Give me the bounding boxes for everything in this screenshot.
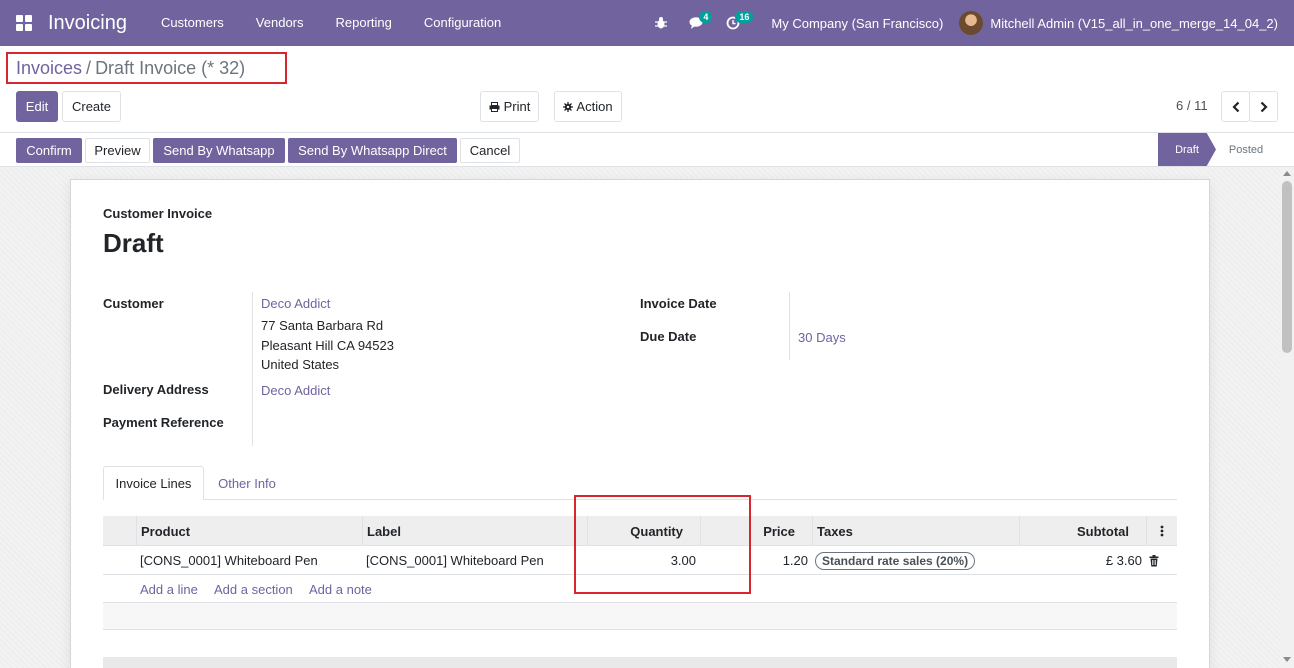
scroll-down-arrow-icon[interactable]	[1283, 657, 1291, 662]
chevron-left-icon	[1231, 101, 1239, 112]
customer-field[interactable]: Deco Addict	[261, 296, 330, 311]
document-type: Customer Invoice	[103, 206, 213, 221]
tab-other-info[interactable]: Other Info	[204, 466, 290, 500]
delete-row-icon[interactable]	[1147, 546, 1161, 575]
address-line-3: United States	[261, 357, 340, 372]
quantity-highlight-box	[574, 495, 751, 594]
invoice-date-label: Invoice Date	[640, 296, 717, 311]
user-name: Mitchell Admin (V15_all_in_one_merge_14_…	[990, 15, 1278, 31]
send-by-whatsapp-direct-button[interactable]: Send By Whatsapp Direct	[288, 138, 457, 163]
subtotal-column-header[interactable]: Subtotal	[1019, 516, 1146, 546]
company-switcher[interactable]: My Company (San Francisco)	[751, 16, 959, 31]
row-product[interactable]: [CONS_0001] Whiteboard Pen	[140, 546, 318, 575]
chevron-right-icon	[1260, 101, 1268, 112]
field-divider	[252, 292, 253, 446]
pager-next-button[interactable]	[1249, 91, 1278, 122]
print-button[interactable]: Print	[480, 91, 539, 122]
section-footer-bar	[103, 657, 1177, 668]
create-button[interactable]: Create	[62, 91, 121, 122]
status-bar: Confirm Preview Send By Whatsapp Send By…	[0, 132, 1294, 167]
add-line-link[interactable]: Add a line	[140, 575, 198, 604]
add-note-link[interactable]: Add a note	[309, 575, 372, 604]
due-date-label: Due Date	[640, 329, 697, 344]
breadcrumb: Invoices / Draft Invoice (* 32)	[6, 52, 287, 84]
breadcrumb-current: Draft Invoice (* 32)	[95, 57, 246, 78]
address-line-2: Pleasant Hill CA 94523	[261, 338, 394, 353]
due-date-field[interactable]: 30 Days	[798, 330, 846, 345]
payment-reference-label: Payment Reference	[103, 415, 224, 430]
print-icon	[489, 101, 500, 112]
print-label: Print	[503, 99, 531, 114]
apps-menu-icon[interactable]	[0, 0, 48, 46]
label-column-header[interactable]: Label	[362, 516, 587, 546]
row-label[interactable]: [CONS_0001] Whiteboard Pen	[366, 546, 544, 575]
activities-count-badge: 16	[735, 11, 754, 23]
optional-columns-icon[interactable]	[1146, 516, 1177, 546]
menu-customers[interactable]: Customers	[145, 0, 240, 46]
invoice-date-field[interactable]	[798, 294, 1098, 314]
stage-draft: Draft	[1158, 133, 1216, 166]
menu-reporting[interactable]: Reporting	[320, 0, 408, 46]
menu-configuration[interactable]: Configuration	[408, 0, 517, 46]
row-price[interactable]: 1.20	[748, 546, 808, 575]
scroll-up-arrow-icon[interactable]	[1283, 171, 1291, 176]
activities-clock-icon[interactable]: 16	[715, 0, 754, 46]
edit-button[interactable]: Edit	[16, 91, 58, 122]
delivery-address-field[interactable]: Deco Addict	[261, 383, 330, 398]
preview-button[interactable]: Preview	[85, 138, 150, 163]
price-column-header[interactable]: Price	[748, 516, 812, 546]
scrollbar-thumb[interactable]	[1282, 181, 1292, 353]
page-title: Draft	[103, 228, 164, 258]
cancel-button[interactable]: Cancel	[460, 138, 520, 163]
top-navbar: Invoicing Customers Vendors Reporting Co…	[0, 0, 1294, 46]
breadcrumb-invoices-link[interactable]: Invoices	[16, 58, 82, 79]
menu-vendors[interactable]: Vendors	[240, 0, 320, 46]
add-section-link[interactable]: Add a section	[214, 575, 293, 604]
send-by-whatsapp-button[interactable]: Send By Whatsapp	[153, 138, 285, 163]
customer-label: Customer	[103, 296, 164, 311]
app-brand[interactable]: Invoicing	[48, 12, 127, 35]
messages-count-badge: 4	[699, 11, 713, 23]
delivery-address-label: Delivery Address	[103, 382, 209, 397]
pager-value[interactable]: 6 / 11	[1176, 98, 1208, 113]
page-scrollbar[interactable]	[1280, 167, 1294, 668]
pager-previous-button[interactable]	[1221, 91, 1250, 122]
gear-icon	[563, 101, 574, 112]
debug-bug-icon[interactable]	[643, 0, 679, 46]
payment-reference-field[interactable]	[261, 412, 561, 432]
avatar	[959, 11, 984, 35]
tax-tag: Standard rate sales (20%)	[815, 551, 976, 570]
confirm-button[interactable]: Confirm	[16, 138, 82, 163]
breadcrumb-separator: /	[86, 57, 92, 78]
row-taxes[interactable]: Standard rate sales (20%)	[815, 546, 976, 575]
messages-icon[interactable]: 4	[679, 0, 715, 46]
action-button[interactable]: Action	[554, 91, 622, 122]
taxes-column-header[interactable]: Taxes	[812, 516, 1019, 546]
form-sheet: Customer Invoice Draft Customer Deco Add…	[70, 179, 1210, 668]
field-divider	[789, 292, 790, 360]
user-menu[interactable]: Mitchell Admin (V15_all_in_one_merge_14_…	[959, 11, 1294, 35]
tab-invoice-lines[interactable]: Invoice Lines	[103, 466, 204, 500]
stage-posted[interactable]: Posted	[1216, 133, 1276, 166]
row-subtotal: £ 3.60	[1105, 553, 1142, 568]
handle-column-header	[103, 516, 136, 546]
action-label: Action	[576, 99, 613, 114]
empty-row	[103, 603, 1177, 630]
product-column-header[interactable]: Product	[136, 516, 362, 546]
address-line-1: 77 Santa Barbara Rd	[261, 318, 384, 333]
